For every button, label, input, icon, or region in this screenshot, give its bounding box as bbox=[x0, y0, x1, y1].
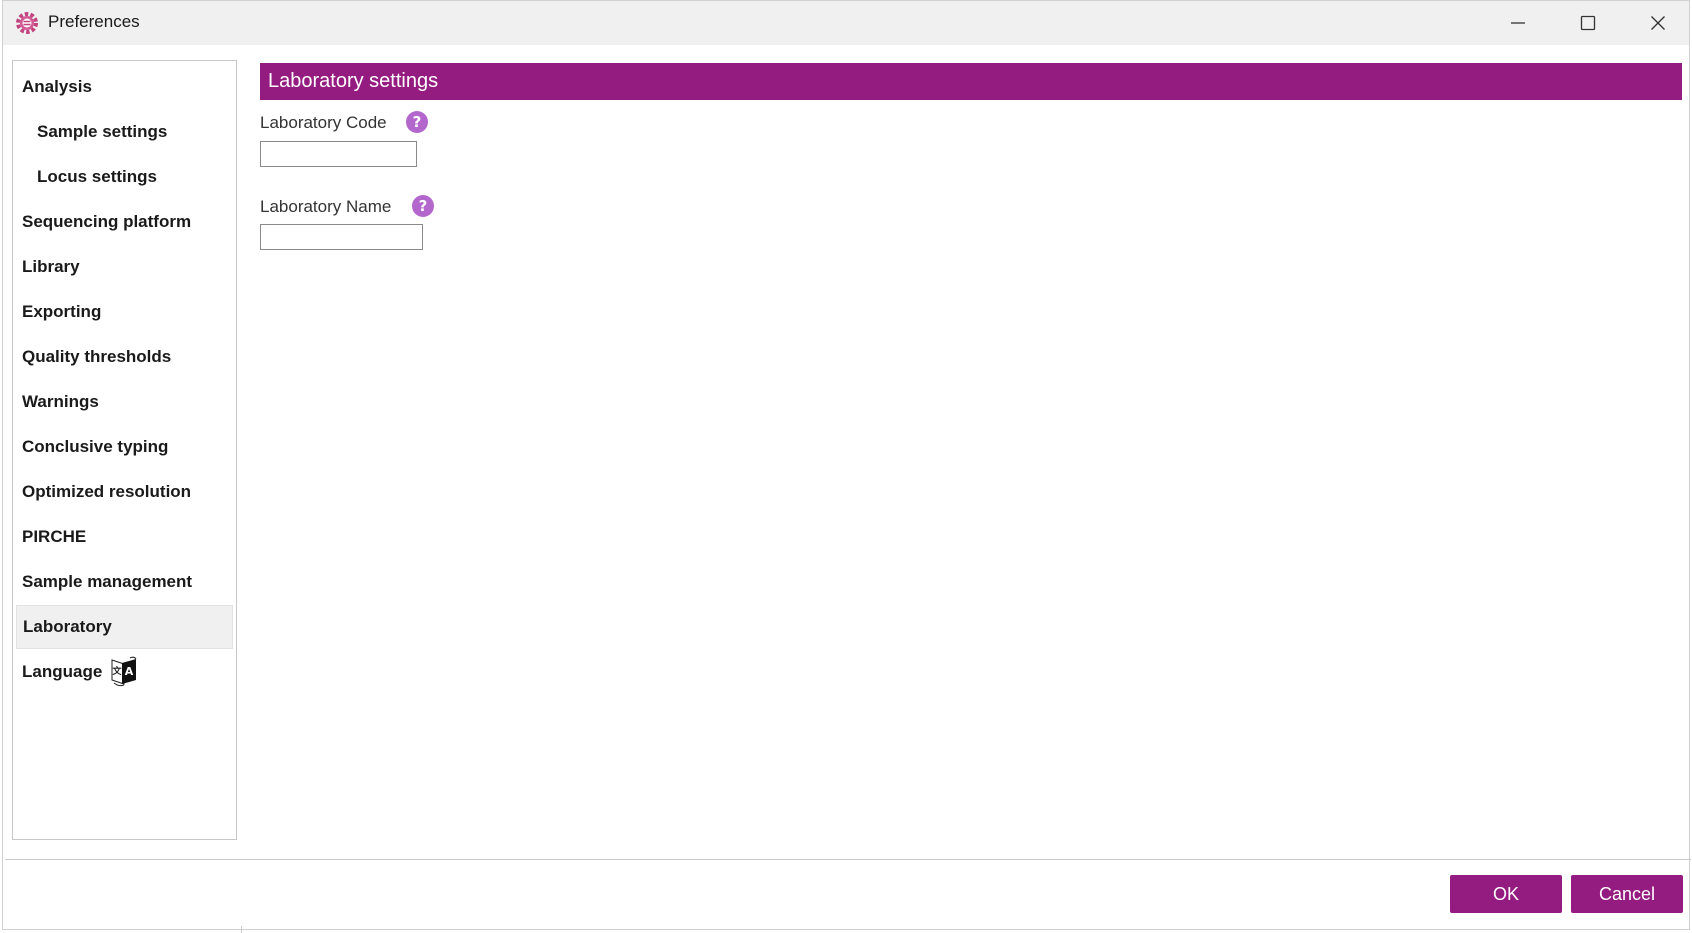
section-header: Laboratory settings bbox=[260, 63, 1682, 100]
sidebar-item-label: Laboratory bbox=[23, 617, 112, 636]
sidebar-item-label: Library bbox=[22, 257, 80, 276]
window-title: Preferences bbox=[48, 12, 140, 31]
sidebar-item-exporting[interactable]: Exporting bbox=[16, 290, 233, 334]
close-icon bbox=[1651, 16, 1665, 30]
sidebar-item-label: PIRCHE bbox=[22, 527, 87, 546]
minimize-button[interactable] bbox=[1483, 1, 1553, 45]
sidebar-item-locus-settings[interactable]: Locus settings bbox=[16, 155, 233, 199]
sidebar-item-label: Conclusive typing bbox=[22, 437, 169, 456]
preferences-sidebar: Analysis Sample settings Locus settings … bbox=[12, 60, 237, 840]
sidebar-item-label: Quality thresholds bbox=[22, 347, 172, 366]
maximize-icon bbox=[1580, 15, 1596, 31]
sidebar-item-language[interactable]: Language A 文 bbox=[16, 650, 233, 694]
maximize-button[interactable] bbox=[1553, 1, 1623, 45]
sidebar-item-laboratory[interactable]: Laboratory bbox=[16, 605, 233, 649]
sidebar-item-label: Optimized resolution bbox=[22, 482, 192, 501]
laboratory-name-label: Laboratory Name bbox=[260, 197, 392, 216]
close-button[interactable] bbox=[1623, 1, 1692, 45]
sidebar-item-label: Language bbox=[22, 662, 103, 681]
translate-icon: A 文 bbox=[110, 656, 138, 688]
sidebar-item-label: Exporting bbox=[22, 302, 102, 321]
laboratory-code-field[interactable] bbox=[260, 141, 417, 167]
laboratory-code-label: Laboratory Code bbox=[260, 113, 387, 132]
cancel-button[interactable]: Cancel bbox=[1571, 875, 1683, 913]
preferences-window: Preferences Analysis Sample settings Loc… bbox=[2, 0, 1691, 933]
app-gear-icon bbox=[15, 11, 39, 35]
sidebar-item-label: Sequencing platform bbox=[22, 212, 192, 231]
sidebar-item-conclusive-typing[interactable]: Conclusive typing bbox=[16, 425, 233, 469]
sidebar-item-label: Sample settings bbox=[37, 122, 168, 141]
svg-text:A: A bbox=[125, 665, 134, 678]
svg-text:文: 文 bbox=[112, 665, 123, 677]
sidebar-item-analysis[interactable]: Analysis bbox=[16, 65, 233, 109]
sidebar-item-quality-thresholds[interactable]: Quality thresholds bbox=[16, 335, 233, 379]
sidebar-item-label: Warnings bbox=[22, 392, 99, 411]
section-title: Laboratory settings bbox=[268, 70, 439, 92]
sidebar-item-sample-settings[interactable]: Sample settings bbox=[16, 110, 233, 154]
laboratory-name-help-icon[interactable]: ? bbox=[412, 195, 434, 217]
sidebar-item-library[interactable]: Library bbox=[16, 245, 233, 289]
sidebar-item-pirche[interactable]: PIRCHE bbox=[16, 515, 233, 559]
sidebar-item-label: Analysis bbox=[22, 77, 92, 96]
sidebar-item-label: Sample management bbox=[22, 572, 193, 591]
sidebar-item-sample-management[interactable]: Sample management bbox=[16, 560, 233, 604]
ok-button[interactable]: OK bbox=[1450, 875, 1562, 913]
sidebar-item-label: Locus settings bbox=[37, 167, 157, 186]
sidebar-item-warnings[interactable]: Warnings bbox=[16, 380, 233, 424]
laboratory-name-field[interactable] bbox=[260, 224, 423, 250]
footer-divider bbox=[5, 859, 1691, 860]
title-bar: Preferences bbox=[3, 1, 1689, 45]
minimize-icon bbox=[1511, 22, 1525, 24]
sidebar-item-sequencing-platform[interactable]: Sequencing platform bbox=[16, 200, 233, 244]
sidebar-item-optimized-resolution[interactable]: Optimized resolution bbox=[16, 470, 233, 514]
laboratory-code-help-icon[interactable]: ? bbox=[406, 111, 428, 133]
